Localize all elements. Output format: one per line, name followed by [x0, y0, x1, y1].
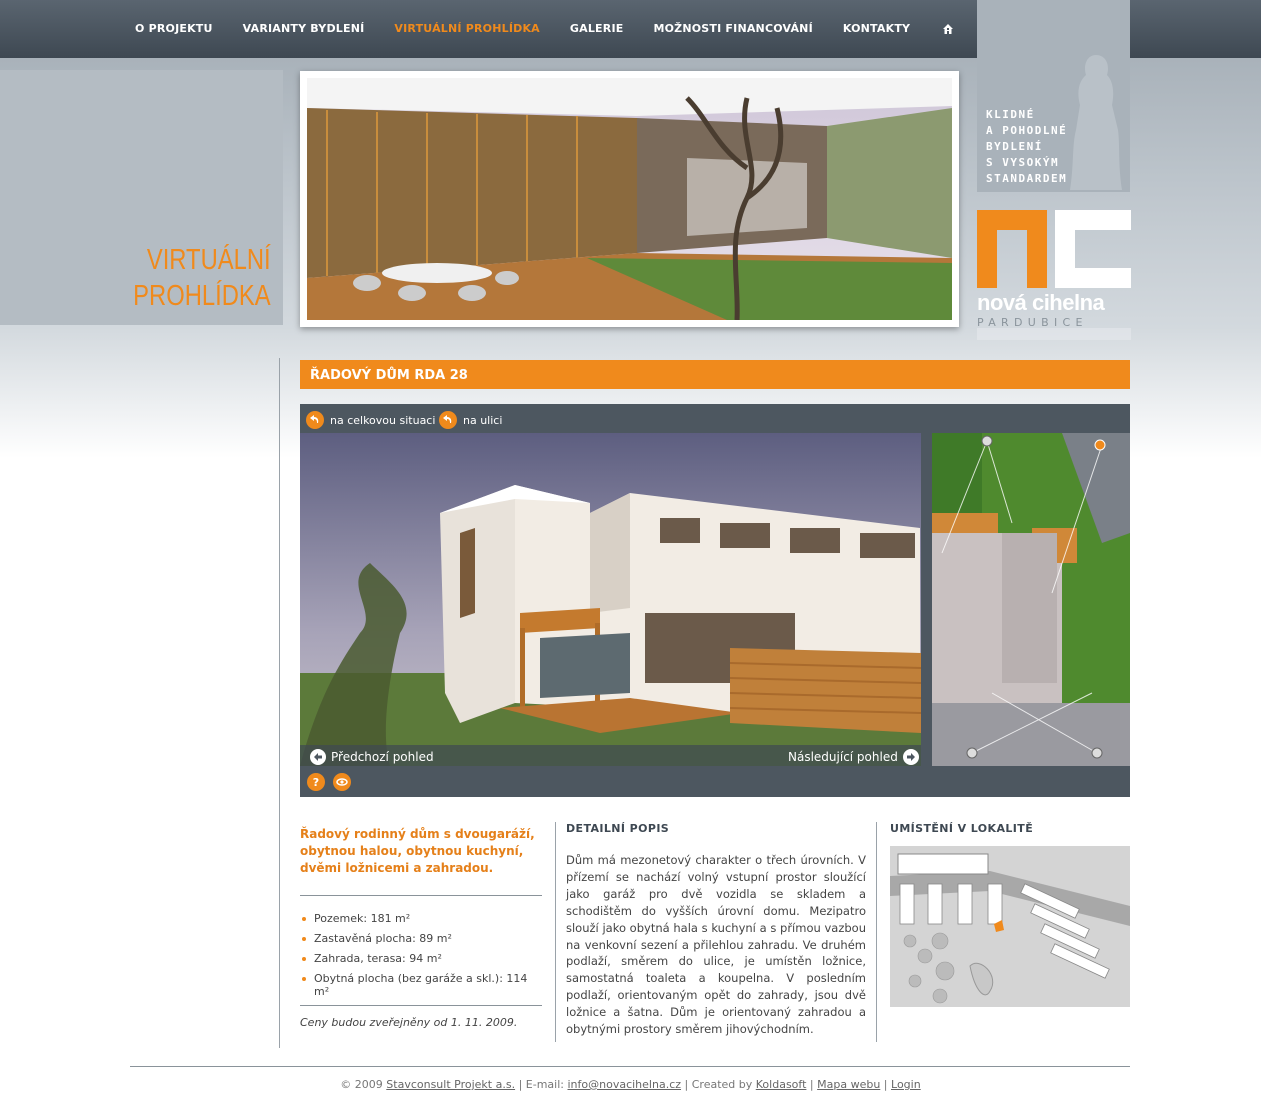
- arrow-right-icon: [902, 748, 919, 765]
- next-view-label: Následující pohled: [788, 749, 898, 764]
- footer-sep: |: [684, 1078, 689, 1091]
- nav-item-virtualni-prohlidka[interactable]: VIRTUÁLNÍ PROHLÍDKA: [394, 22, 540, 35]
- nav-item-galerie[interactable]: GALERIE: [570, 22, 624, 35]
- section-title-line-1: VIRTUÁLNÍ: [147, 244, 271, 276]
- woman-silhouette-image: [1070, 55, 1122, 190]
- logo-name: nová cihelna: [977, 290, 1105, 315]
- created-by-label: Created by: [691, 1078, 753, 1091]
- section-title-line-2: PROHLÍDKA: [133, 280, 271, 312]
- house-specs-list: Pozemek: 181 m² Zastavěná plocha: 89 m² …: [300, 912, 542, 998]
- house-floor-plan-map[interactable]: [932, 433, 1130, 766]
- email-link[interactable]: info@novacihelna.cz: [568, 1078, 682, 1091]
- login-link[interactable]: Login: [891, 1078, 921, 1091]
- nav-item-o-projektu[interactable]: O PROJEKTU: [135, 22, 213, 35]
- company-link[interactable]: Stavconsult Projekt a.s.: [386, 1078, 515, 1091]
- location-heading: UMÍSTĚNÍ V LOKALITĚ: [890, 822, 1034, 835]
- back-arrow-icon: [306, 411, 324, 429]
- arrow-left-icon: [310, 748, 326, 765]
- logo-city: PARDUBICE: [977, 316, 1088, 329]
- eye-icon[interactable]: [333, 773, 351, 791]
- section-title: VIRTUÁLNÍ PROHLÍDKA: [134, 242, 271, 314]
- hero-photo-frame: [300, 71, 959, 327]
- next-view-button[interactable]: Následující pohled: [788, 747, 919, 766]
- footer-sep: |: [809, 1078, 814, 1091]
- copyright: © 2009: [340, 1078, 383, 1091]
- link-overall-situation[interactable]: na celkovou situaci: [306, 411, 435, 429]
- previous-view-button[interactable]: Předchozí pohled: [310, 747, 434, 766]
- content-left-divider: [279, 358, 280, 1048]
- spec-item: Zastavěná plocha: 89 m²: [300, 932, 542, 945]
- link-street[interactable]: na ulici: [439, 411, 502, 429]
- detail-heading: DETAILNÍ POPIS: [566, 822, 670, 835]
- tagline-line: KLIDNÉ: [986, 108, 1035, 121]
- sitemap-link[interactable]: Mapa webu: [817, 1078, 880, 1091]
- tagline: KLIDNÉ A POHODLNÉ BYDLENÍ S VYSOKÝM STAN…: [986, 107, 1067, 187]
- link-overall-label: na celkovou situaci: [330, 413, 436, 427]
- house-exterior-render: [300, 433, 921, 766]
- svg-text:?: ?: [313, 776, 319, 788]
- location-site-map[interactable]: [890, 846, 1130, 1007]
- spec-item: Obytná plocha (bez garáže a skl.): 114 m…: [300, 972, 542, 998]
- section-title-panel: VIRTUÁLNÍ PROHLÍDKA: [0, 70, 283, 325]
- footer: © 2009 Stavconsult Projekt a.s. | E-mail…: [0, 1078, 1261, 1091]
- nav-item-moznosti-financovani[interactable]: MOŽNOSTI FINANCOVÁNÍ: [653, 22, 812, 35]
- back-arrow-icon: [439, 411, 457, 429]
- footer-sep: |: [518, 1078, 523, 1091]
- price-note: Ceny budou zveřejněny od 1. 11. 2009.: [300, 1016, 518, 1029]
- help-icon[interactable]: ?: [307, 773, 325, 791]
- viewer-tools: ?: [307, 773, 357, 791]
- footer-divider: [130, 1066, 1130, 1067]
- nav-item-kontakty[interactable]: KONTAKTY: [843, 22, 910, 35]
- house-summary: Řadový rodinný dům s dvougaráží, obytnou…: [300, 822, 542, 1029]
- house-lead-text: Řadový rodinný dům s dvougaráží, obytnou…: [300, 827, 535, 875]
- previous-view-label: Předchozí pohled: [331, 749, 434, 764]
- tagline-line: A POHODLNÉ: [986, 124, 1068, 137]
- footer-sep: |: [883, 1078, 888, 1091]
- main-nav: O PROJEKTU VARIANTY BYDLENÍ VIRTUÁLNÍ PR…: [135, 22, 940, 35]
- location-section: UMÍSTĚNÍ V LOKALITĚ: [890, 822, 1130, 835]
- hero-courtyard-render: [307, 78, 952, 320]
- detail-text: Dům má mezonetový charakter o třech úrov…: [566, 853, 866, 1037]
- nav-item-varianty-bydleni[interactable]: VARIANTY BYDLENÍ: [243, 22, 365, 35]
- creator-link[interactable]: Koldasoft: [756, 1078, 807, 1091]
- tagline-line: BYDLENÍ: [986, 140, 1043, 153]
- tagline-line: S VYSOKÝM: [986, 156, 1060, 169]
- home-icon[interactable]: [942, 23, 954, 35]
- link-street-label: na ulici: [463, 413, 503, 427]
- tagline-line: STANDARDEM: [986, 172, 1068, 185]
- house-title: ŘADOVÝ DŮM RDA 28: [310, 368, 468, 383]
- column-divider: [876, 822, 877, 1042]
- column-divider: [555, 822, 556, 1042]
- divider: [300, 1005, 542, 1006]
- spec-item: Pozemek: 181 m²: [300, 912, 542, 925]
- house-title-bar: ŘADOVÝ DŮM RDA 28: [300, 360, 1130, 389]
- spec-item: Zahrada, terasa: 94 m²: [300, 952, 542, 965]
- email-label: E-mail:: [525, 1078, 564, 1091]
- divider: [300, 895, 542, 896]
- virtual-tour-viewer: na celkovou situaci na ulici Předchozí p…: [300, 404, 1130, 797]
- detail-description: DETAILNÍ POPIS Dům má mezonetový charakt…: [566, 822, 866, 1038]
